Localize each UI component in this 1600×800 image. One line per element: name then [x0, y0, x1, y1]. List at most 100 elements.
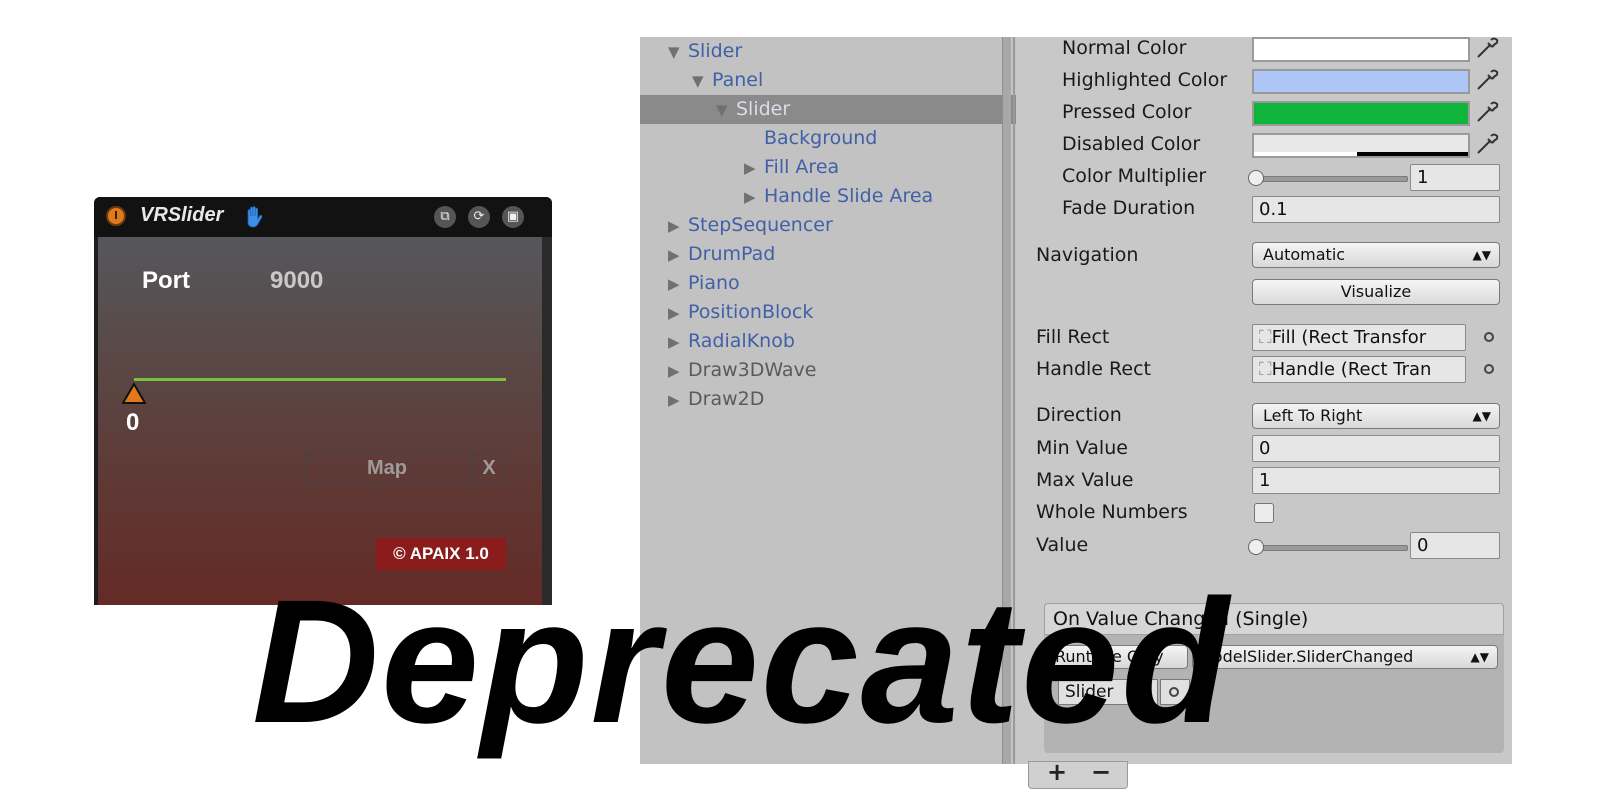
fill-rect-field[interactable]: ⛶Fill (Rect Transfor — [1252, 324, 1466, 351]
navigation-dropdown[interactable]: Automatic ▲▼ — [1252, 242, 1500, 268]
device-body: Port 9000 0 Map X © APAIX 1.0 — [98, 237, 542, 605]
expanded-arrow-icon[interactable]: ▼ — [692, 67, 712, 96]
fill-rect-value: Fill (Rect Transfor — [1271, 327, 1427, 348]
navigation-value: Automatic — [1263, 245, 1346, 264]
dropdown-arrow-icon: ▲▼ — [1470, 650, 1489, 664]
hierarchy-item-label: Draw2D — [688, 388, 765, 410]
direction-label: Direction — [1036, 404, 1122, 426]
eyedropper-icon[interactable] — [1474, 99, 1500, 125]
color-multiplier-field[interactable]: 1 — [1410, 164, 1500, 191]
function-value: ModelSlider.SliderChanged — [1199, 647, 1414, 666]
hierarchy-item-label: Background — [764, 127, 878, 149]
whole-numbers-label: Whole Numbers — [1036, 501, 1188, 523]
object-picker-icon[interactable] — [1484, 364, 1494, 374]
hierarchy-item-label: Handle Slide Area — [764, 185, 934, 207]
unmap-button[interactable]: X — [472, 453, 506, 483]
hierarchy-item[interactable]: ▶ Draw2D — [640, 385, 1030, 414]
expanded-arrow-icon[interactable]: ▼ — [716, 96, 736, 125]
fit-window-icon[interactable]: ⧉ — [434, 206, 456, 228]
collapsed-arrow-icon[interactable]: ▶ — [668, 386, 688, 415]
normal-color-label: Normal Color — [1062, 37, 1187, 59]
device-titlebar: VRSlider ⧉ ⟳ ▣ — [94, 197, 552, 237]
port-value[interactable]: 9000 — [270, 267, 323, 295]
hierarchy-item[interactable]: ▶ RadialKnob — [640, 327, 1030, 356]
handle-rect-field[interactable]: ⛶Handle (Rect Tran — [1252, 356, 1466, 383]
hierarchy-item[interactable]: ▼ Panel — [640, 66, 1054, 95]
function-dropdown[interactable]: ModelSlider.SliderChanged ▲▼ — [1192, 645, 1498, 669]
value-slider-knob[interactable] — [1248, 539, 1264, 555]
hierarchy-item-label: PositionBlock — [688, 301, 814, 323]
max-value-label: Max Value — [1036, 469, 1134, 491]
hierarchy-item-label: Slider — [736, 98, 791, 120]
remove-listener-button[interactable]: − — [1091, 758, 1111, 786]
hierarchy-item-label: Draw3DWave — [688, 359, 817, 381]
collapsed-arrow-icon[interactable]: ▶ — [668, 270, 688, 299]
fade-duration-field[interactable]: 0.1 — [1252, 196, 1500, 223]
hierarchy-item[interactable]: ▶ StepSequencer — [640, 211, 1030, 240]
hierarchy-item[interactable]: ▶ Piano — [640, 269, 1030, 298]
hierarchy-item-label: StepSequencer — [688, 214, 833, 236]
normal-color-swatch[interactable] — [1252, 37, 1470, 62]
direction-value: Left To Right — [1263, 406, 1363, 425]
eyedropper-icon[interactable] — [1474, 131, 1500, 157]
color-multiplier-slider[interactable] — [1256, 176, 1408, 182]
hierarchy-item[interactable]: ▶ Draw3DWave — [640, 356, 1030, 385]
hierarchy-item[interactable]: ▼ Slider — [640, 37, 1030, 66]
value-field[interactable]: 0 — [1410, 532, 1500, 559]
highlighted-color-label: Highlighted Color — [1062, 69, 1228, 91]
power-icon[interactable] — [106, 206, 126, 226]
collapsed-arrow-icon[interactable]: ▶ — [668, 357, 688, 386]
device-edge — [542, 237, 552, 605]
eyedropper-icon[interactable] — [1474, 67, 1500, 93]
slider-track[interactable] — [134, 378, 506, 381]
hierarchy-item-label: DrumPad — [688, 243, 776, 265]
vrslider-device: VRSlider ⧉ ⟳ ▣ Port 9000 0 Map X © APAIX… — [94, 197, 552, 605]
hierarchy-item-label: Slider — [688, 40, 743, 62]
min-value-field[interactable]: 0 — [1252, 435, 1500, 462]
color-multiplier-label: Color Multiplier — [1062, 165, 1207, 187]
object-picker-icon[interactable] — [1484, 332, 1494, 342]
rect-transform-icon: ⛶ — [1259, 327, 1272, 348]
collapsed-arrow-icon[interactable]: ▶ — [668, 328, 688, 357]
handle-rect-value: Handle (Rect Tran — [1271, 359, 1432, 380]
collapsed-arrow-icon[interactable]: ▶ — [668, 299, 688, 328]
device-title: VRSlider — [140, 204, 224, 226]
direction-dropdown[interactable]: Left To Right ▲▼ — [1252, 403, 1500, 429]
min-value-label: Min Value — [1036, 437, 1128, 459]
rect-transform-icon: ⛶ — [1259, 359, 1272, 380]
pressed-color-label: Pressed Color — [1062, 101, 1192, 123]
max-value-field[interactable]: 1 — [1252, 467, 1500, 494]
collapsed-arrow-icon[interactable]: ▶ — [744, 154, 764, 183]
navigation-label: Navigation — [1036, 244, 1139, 266]
collapsed-arrow-icon[interactable]: ▶ — [744, 183, 764, 212]
hierarchy-item[interactable]: ▶ DrumPad — [640, 240, 1030, 269]
hierarchy-item-label: Panel — [712, 69, 764, 91]
whole-numbers-checkbox[interactable] — [1254, 503, 1274, 523]
hierarchy-item[interactable]: ▶ PositionBlock — [640, 298, 1030, 327]
add-listener-button[interactable]: + — [1047, 758, 1067, 786]
visualize-button[interactable]: Visualize — [1252, 279, 1500, 305]
hierarchy-item-label: Piano — [688, 272, 740, 294]
color-multiplier-knob[interactable] — [1248, 170, 1264, 186]
highlighted-color-swatch[interactable] — [1252, 69, 1470, 94]
hand-icon — [247, 206, 263, 228]
handle-rect-label: Handle Rect — [1036, 358, 1151, 380]
eyedropper-icon[interactable] — [1474, 35, 1500, 61]
disabled-color-swatch[interactable] — [1252, 133, 1470, 158]
refresh-icon[interactable]: ⟳ — [468, 206, 490, 228]
pressed-color-swatch[interactable] — [1252, 101, 1470, 126]
dropdown-arrow-icon: ▲▼ — [1472, 248, 1491, 262]
save-icon[interactable]: ▣ — [502, 206, 524, 228]
expanded-arrow-icon[interactable]: ▼ — [668, 38, 688, 67]
disabled-color-label: Disabled Color — [1062, 133, 1201, 155]
slider-handle-icon[interactable] — [122, 383, 146, 405]
collapsed-arrow-icon[interactable]: ▶ — [668, 241, 688, 270]
collapsed-arrow-icon[interactable]: ▶ — [668, 212, 688, 241]
event-add-remove: + − — [1028, 758, 1128, 789]
fill-rect-label: Fill Rect — [1036, 326, 1110, 348]
slider-value: 0 — [126, 409, 140, 436]
port-label: Port — [142, 267, 190, 294]
hierarchy-item-label: RadialKnob — [688, 330, 795, 352]
map-button[interactable]: Map — [304, 453, 470, 483]
value-slider[interactable] — [1256, 545, 1408, 551]
